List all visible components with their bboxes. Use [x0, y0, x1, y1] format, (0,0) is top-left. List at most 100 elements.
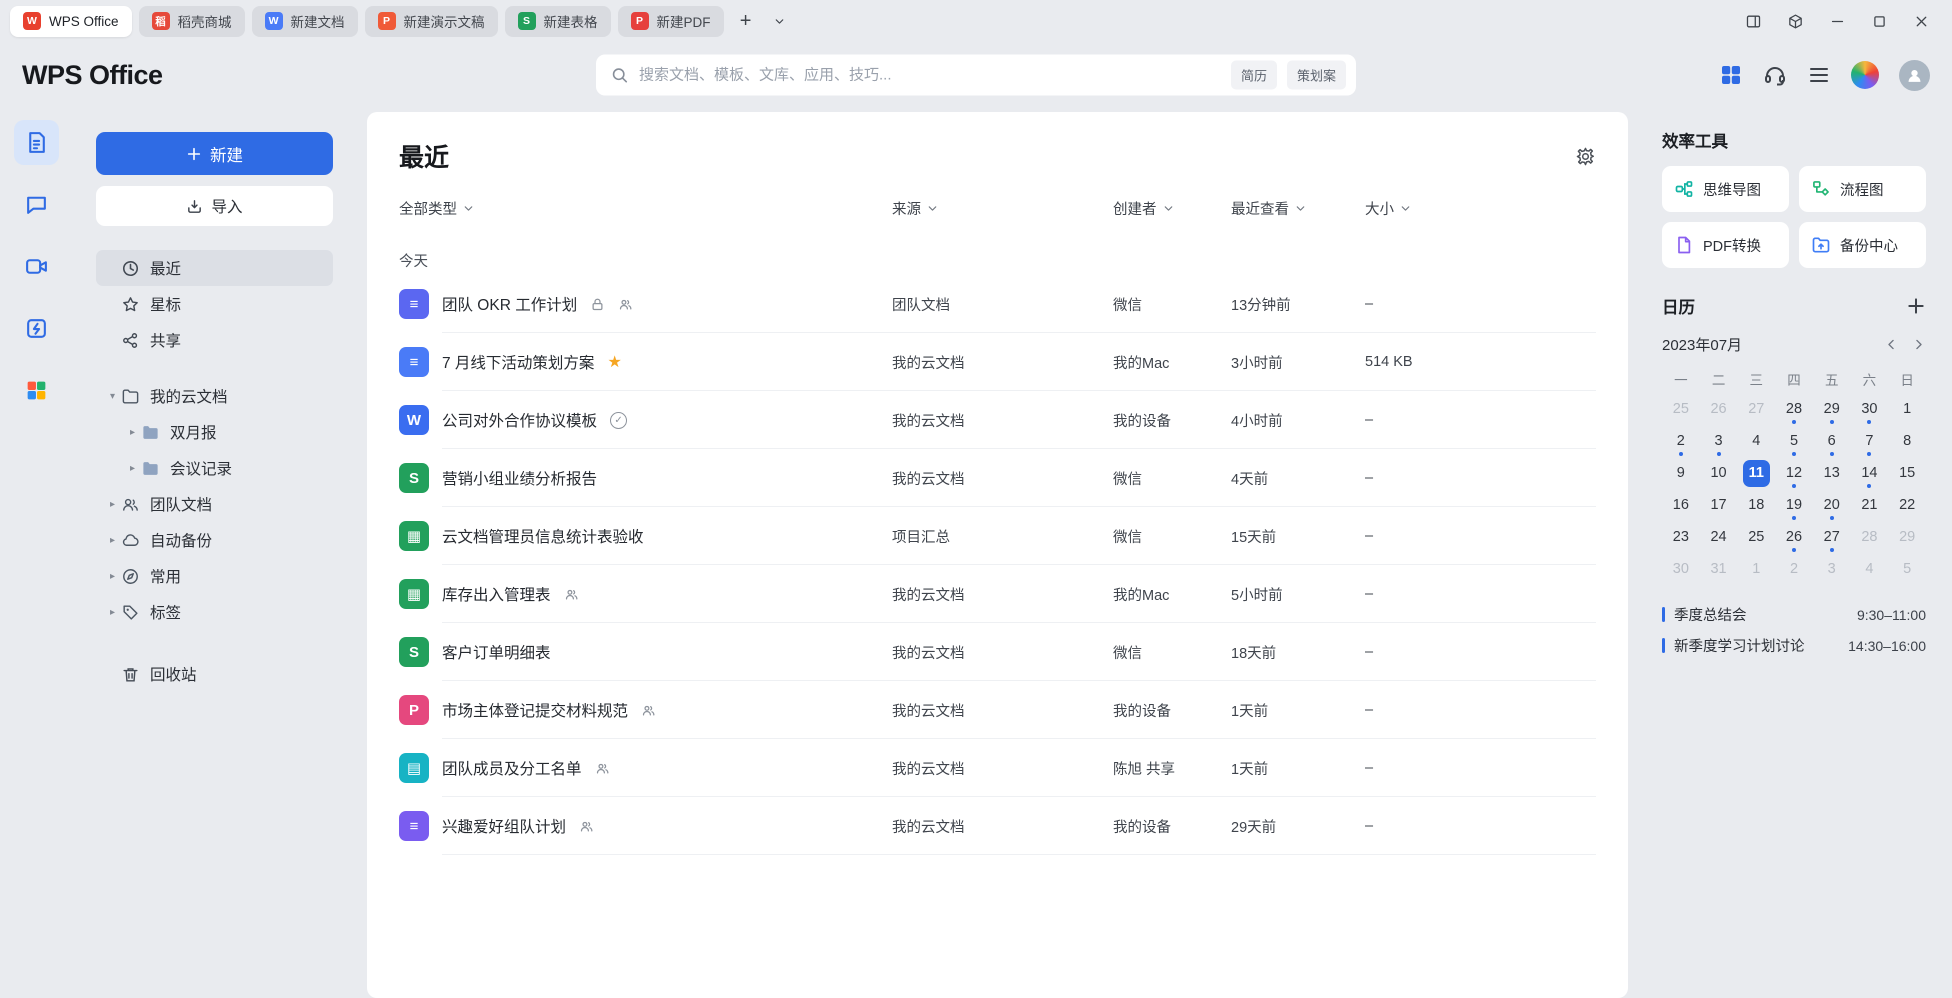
calendar-day[interactable]: 17 — [1700, 489, 1738, 521]
calendar-next-icon[interactable] — [1911, 337, 1926, 352]
add-event-plus-icon[interactable] — [1906, 296, 1926, 316]
calendar-day[interactable]: 8 — [1888, 425, 1926, 457]
calendar-day[interactable]: 5 — [1775, 425, 1813, 457]
support-headset-icon[interactable] — [1763, 63, 1787, 87]
calendar-day[interactable]: 29 — [1813, 393, 1851, 425]
window-tab[interactable]: W WPS Office — [10, 6, 132, 37]
calendar-day[interactable]: 22 — [1888, 489, 1926, 521]
file-row[interactable]: S 客户订单明细表 ✓ ★ 我的云文档 微信 18天前 – — [399, 623, 1596, 681]
menu-icon[interactable] — [1807, 63, 1831, 87]
maximize-button[interactable] — [1860, 5, 1898, 37]
rail-meeting-video-icon[interactable] — [14, 244, 59, 289]
caret-icon[interactable]: ▸ — [104, 607, 121, 618]
column-source[interactable]: 来源 — [892, 198, 1113, 219]
sidebar-tree-item[interactable]: ▸ 会议记录 — [96, 450, 333, 486]
search-tag-resume[interactable]: 简历 — [1231, 61, 1277, 90]
calendar-day[interactable]: 20 — [1813, 489, 1851, 521]
calendar-day[interactable]: 12 — [1775, 457, 1813, 489]
gear-icon[interactable] — [1575, 146, 1596, 167]
calendar-day[interactable]: 29 — [1888, 521, 1926, 553]
split-screen-icon[interactable] — [1734, 5, 1772, 37]
sidebar-tree-item[interactable]: ▸ 标签 — [96, 594, 333, 630]
calendar-day[interactable]: 11 — [1737, 457, 1775, 489]
calendar-day[interactable]: 15 — [1888, 457, 1926, 489]
calendar-day[interactable]: 31 — [1700, 553, 1738, 585]
search-tag-plan[interactable]: 策划案 — [1287, 61, 1346, 90]
membership-badge-icon[interactable] — [1851, 61, 1879, 89]
file-row[interactable]: ≡ 团队 OKR 工作计划 ✓ ★ 团队文档 微信 13分钟前 – — [399, 275, 1596, 333]
calendar-event[interactable]: 新季度学习计划讨论 14:30–16:00 — [1662, 630, 1926, 661]
calendar-day[interactable]: 28 — [1851, 521, 1889, 553]
window-tab[interactable]: P 新建PDF — [618, 6, 724, 37]
user-avatar[interactable] — [1899, 60, 1930, 91]
calendar-day[interactable]: 30 — [1662, 553, 1700, 585]
sidebar-tree-item[interactable]: ▸ 双月报 — [96, 414, 333, 450]
caret-icon[interactable]: ▸ — [124, 427, 141, 438]
tool-shortcut[interactable]: PDF转换 — [1662, 222, 1789, 268]
calendar-event[interactable]: 季度总结会 9:30–11:00 — [1662, 599, 1926, 630]
calendar-day[interactable]: 27 — [1737, 393, 1775, 425]
calendar-day[interactable]: 23 — [1662, 521, 1700, 553]
file-row[interactable]: P 市场主体登记提交材料规范 ✓ ★ 我的云文档 我的设备 1天前 – — [399, 681, 1596, 739]
calendar-day[interactable]: 3 — [1813, 553, 1851, 585]
calendar-day[interactable]: 26 — [1775, 521, 1813, 553]
calendar-day[interactable]: 25 — [1662, 393, 1700, 425]
workspace-cube-icon[interactable] — [1776, 5, 1814, 37]
file-row[interactable]: ▤ 团队成员及分工名单 ✓ ★ 我的云文档 陈旭 共享 1天前 – — [399, 739, 1596, 797]
caret-icon[interactable]: ▸ — [104, 571, 121, 582]
search-input[interactable] — [639, 67, 1221, 84]
calendar-day[interactable]: 6 — [1813, 425, 1851, 457]
calendar-day[interactable]: 21 — [1851, 489, 1889, 521]
file-row[interactable]: ≡ 兴趣爱好组队计划 ✓ ★ 我的云文档 我的设备 29天前 – — [399, 797, 1596, 855]
tool-shortcut[interactable]: 备份中心 — [1799, 222, 1926, 268]
file-row[interactable]: S 营销小组业绩分析报告 ✓ ★ 我的云文档 微信 4天前 – — [399, 449, 1596, 507]
calendar-day[interactable]: 2 — [1775, 553, 1813, 585]
file-row[interactable]: ▦ 库存出入管理表 ✓ ★ 我的云文档 我的Mac 5小时前 – — [399, 565, 1596, 623]
caret-icon[interactable]: ▸ — [104, 499, 121, 510]
rail-documents-icon[interactable] — [14, 120, 59, 165]
calendar-day[interactable]: 28 — [1775, 393, 1813, 425]
sidebar-tree-item[interactable]: ▾ 我的云文档 — [96, 378, 333, 414]
window-tab[interactable]: S 新建表格 — [505, 6, 611, 37]
sidebar-item[interactable]: 星标 — [96, 286, 333, 322]
calendar-day[interactable]: 25 — [1737, 521, 1775, 553]
calendar-day[interactable]: 7 — [1851, 425, 1889, 457]
calendar-day[interactable]: 9 — [1662, 457, 1700, 489]
calendar-day[interactable]: 26 — [1700, 393, 1738, 425]
calendar-day[interactable]: 1 — [1888, 393, 1926, 425]
column-last-viewed[interactable]: 最近查看 — [1231, 198, 1365, 219]
window-tab[interactable]: 稻 稻壳商城 — [139, 6, 245, 37]
window-tab[interactable]: W 新建文档 — [252, 6, 358, 37]
column-size[interactable]: 大小 — [1365, 198, 1596, 219]
calendar-day[interactable]: 24 — [1700, 521, 1738, 553]
column-creator[interactable]: 创建者 — [1113, 198, 1231, 219]
calendar-day[interactable]: 4 — [1737, 425, 1775, 457]
caret-icon[interactable]: ▸ — [104, 535, 121, 546]
apps-grid-icon[interactable] — [1719, 63, 1743, 87]
calendar-day[interactable]: 16 — [1662, 489, 1700, 521]
sidebar-tree-item[interactable]: ▸ 自动备份 — [96, 522, 333, 558]
sidebar-tree-item[interactable]: ▸ 常用 — [96, 558, 333, 594]
minimize-button[interactable] — [1818, 5, 1856, 37]
sidebar-tree-item[interactable]: ▸ 团队文档 — [96, 486, 333, 522]
rail-apps-icon[interactable] — [14, 368, 59, 413]
rail-chat-icon[interactable] — [14, 182, 59, 227]
calendar-day[interactable]: 14 — [1851, 457, 1889, 489]
calendar-day[interactable]: 27 — [1813, 521, 1851, 553]
sidebar-item[interactable]: 最近 — [96, 250, 333, 286]
calendar-day[interactable]: 18 — [1737, 489, 1775, 521]
calendar-day[interactable]: 13 — [1813, 457, 1851, 489]
import-button[interactable]: 导入 — [96, 186, 333, 226]
calendar-day[interactable]: 19 — [1775, 489, 1813, 521]
new-document-button[interactable]: 新建 — [96, 132, 333, 175]
calendar-day[interactable]: 5 — [1888, 553, 1926, 585]
window-tab[interactable]: P 新建演示文稿 — [365, 6, 498, 37]
calendar-day[interactable]: 3 — [1700, 425, 1738, 457]
filter-all-types[interactable]: 全部类型 — [399, 198, 892, 219]
calendar-day[interactable]: 4 — [1851, 553, 1889, 585]
calendar-day[interactable]: 30 — [1851, 393, 1889, 425]
rail-tasks-icon[interactable] — [14, 306, 59, 351]
calendar-day[interactable]: 2 — [1662, 425, 1700, 457]
tool-shortcut[interactable]: 思维导图 — [1662, 166, 1789, 212]
file-row[interactable]: ≡ 7 月线下活动策划方案 ✓ ★ 我的云文档 我的Mac 3小时前 514 K… — [399, 333, 1596, 391]
